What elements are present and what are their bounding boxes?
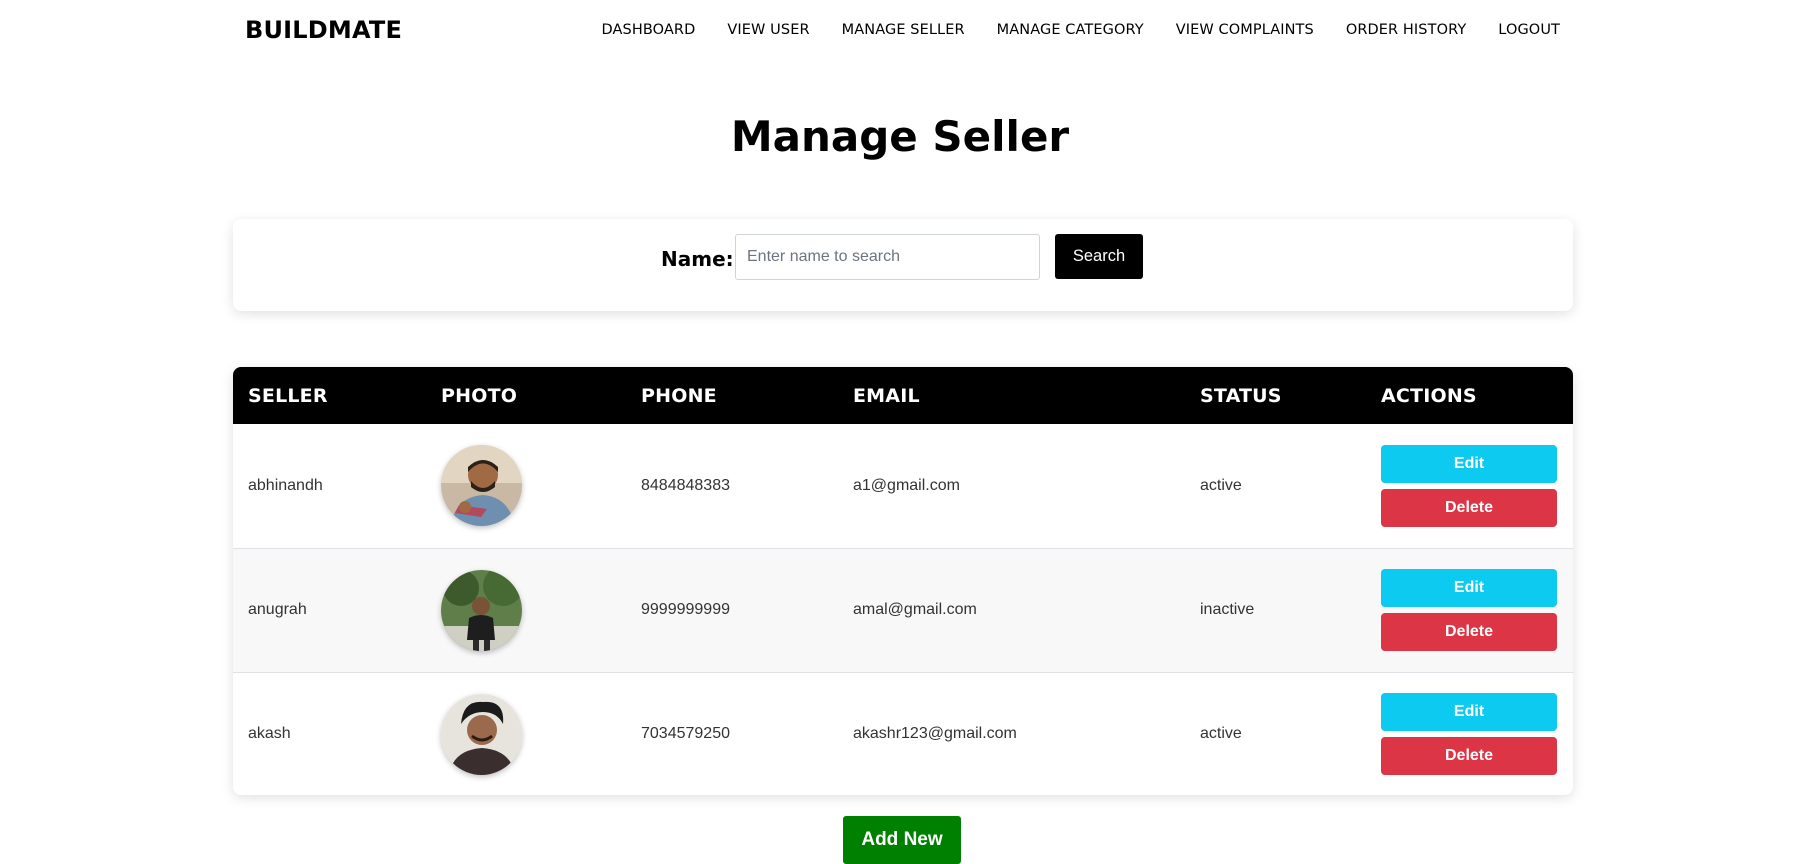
seller-status: inactive xyxy=(1200,601,1255,618)
actions-cell: Edit Delete xyxy=(1366,672,1573,795)
nav-link-logout[interactable]: LOGOUT xyxy=(1498,22,1560,38)
seller-table: SELLER PHOTO PHONE EMAIL STATUS ACTIONS … xyxy=(233,367,1573,795)
seller-phone: 8484848383 xyxy=(641,476,730,494)
seller-name: akash xyxy=(248,725,291,743)
seller-status: active xyxy=(1200,725,1242,743)
seller-photo-icon xyxy=(441,569,522,651)
delete-button[interactable]: Delete xyxy=(1381,488,1557,527)
search-panel: Name: Search xyxy=(233,219,1573,311)
page-title: Manage Seller xyxy=(730,112,1070,161)
column-header-photo: PHOTO xyxy=(441,384,518,407)
nav-link-manage-seller[interactable]: MANAGE SELLER xyxy=(842,22,965,38)
seller-phone: 7034579250 xyxy=(641,725,730,743)
nav-link-view-user[interactable]: VIEW USER xyxy=(727,22,809,38)
column-header-email: EMAIL xyxy=(853,384,920,407)
table-header-row: SELLER PHOTO PHONE EMAIL STATUS ACTIONS xyxy=(233,367,1573,424)
actions-cell: Edit Delete xyxy=(1366,424,1573,548)
edit-button[interactable]: Edit xyxy=(1381,569,1557,607)
delete-button[interactable]: Delete xyxy=(1381,613,1557,651)
row-actions: Edit Delete xyxy=(1381,569,1557,651)
nav-links: DASHBOARD VIEW USER MANAGE SELLER MANAGE… xyxy=(602,22,1560,38)
nav-link-order-history[interactable]: ORDER HISTORY xyxy=(1346,22,1466,38)
row-actions: Edit Delete xyxy=(1381,444,1557,527)
seller-email: a1@gmail.com xyxy=(853,476,960,494)
search-input[interactable] xyxy=(735,234,1040,280)
actions-cell: Edit Delete xyxy=(1366,548,1573,672)
seller-photo-icon xyxy=(441,445,522,527)
seller-email: akashr123@gmail.com xyxy=(853,725,1017,743)
table-row: akash 7034579250 akashr123@gmail.com act… xyxy=(233,672,1573,795)
table-row: anugrah 9999999999 amal@gmail.com inacti… xyxy=(233,548,1573,672)
delete-button[interactable]: Delete xyxy=(1381,737,1557,776)
nav-link-dashboard[interactable]: DASHBOARD xyxy=(602,22,696,38)
search-button[interactable]: Search xyxy=(1055,234,1143,279)
brand-logo[interactable]: BUILDMATE xyxy=(245,16,402,44)
table-row: abhinandh 8484848383 a1@gmail.com active… xyxy=(233,424,1573,548)
nav-link-view-complaints[interactable]: VIEW COMPLAINTS xyxy=(1176,22,1314,38)
seller-name: abhinandh xyxy=(248,476,323,494)
seller-photo-icon xyxy=(441,693,522,775)
search-name-label: Name: xyxy=(661,247,734,271)
top-navbar: BUILDMATE DASHBOARD VIEW USER MANAGE SEL… xyxy=(0,0,1800,62)
photo-cell xyxy=(426,672,626,795)
seller-name: anugrah xyxy=(248,601,307,618)
seller-table-card: SELLER PHOTO PHONE EMAIL STATUS ACTIONS … xyxy=(233,367,1573,795)
column-header-actions: ACTIONS xyxy=(1381,384,1477,407)
seller-status: active xyxy=(1200,476,1242,494)
column-header-status: STATUS xyxy=(1200,384,1282,407)
edit-button[interactable]: Edit xyxy=(1381,444,1557,483)
column-header-phone: PHONE xyxy=(641,384,717,407)
nav-link-manage-category[interactable]: MANAGE CATEGORY xyxy=(997,22,1144,38)
add-new-button[interactable]: Add New xyxy=(843,816,961,864)
column-header-seller: SELLER xyxy=(248,384,328,407)
row-actions: Edit Delete xyxy=(1381,693,1557,776)
seller-email: amal@gmail.com xyxy=(853,601,977,618)
photo-cell xyxy=(426,424,626,548)
edit-button[interactable]: Edit xyxy=(1381,693,1557,732)
seller-phone: 9999999999 xyxy=(641,601,730,618)
photo-cell xyxy=(426,548,626,672)
